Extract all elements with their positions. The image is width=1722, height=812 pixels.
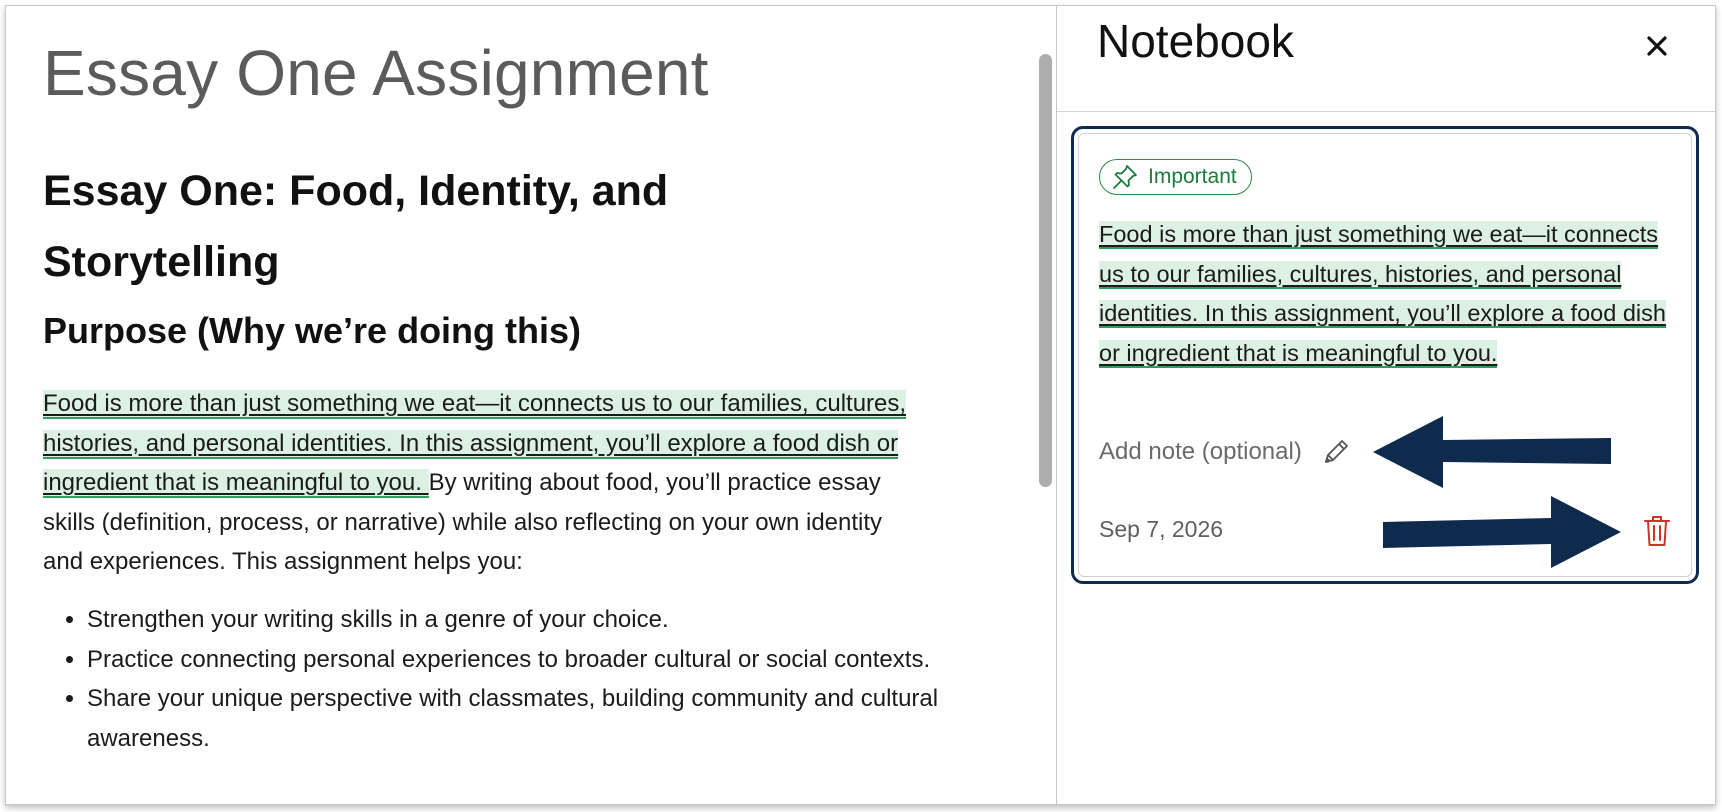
add-note-row[interactable]: Add note (optional) — [1099, 436, 1352, 468]
add-note-placeholder[interactable]: Add note (optional) — [1099, 438, 1302, 466]
pin-icon — [1113, 165, 1137, 189]
app-window: Essay One Assignment Essay One: Food, Id… — [5, 5, 1716, 805]
notebook-header: Notebook — [1057, 6, 1715, 112]
close-icon — [1647, 36, 1667, 56]
assignment-content-pane: Essay One Assignment Essay One: Food, Id… — [6, 6, 1056, 804]
essay-heading: Essay One: Food, Identity, and Storytell… — [43, 167, 669, 286]
helps-list: Strengthen your writing skills in a genr… — [43, 600, 967, 758]
intro-paragraph: Food is more than just something we eat—… — [43, 384, 923, 582]
delete-button[interactable] — [1639, 512, 1675, 550]
pencil-icon[interactable] — [1320, 436, 1352, 468]
note-quote-text[interactable]: Food is more than just something we eat—… — [1099, 221, 1666, 368]
trash-icon — [1644, 516, 1670, 546]
close-button[interactable] — [1637, 26, 1677, 66]
right-pointing-arrow — [1383, 496, 1621, 568]
list-item: Share your unique perspective with class… — [87, 679, 967, 758]
left-pointing-arrow — [1373, 416, 1611, 488]
note-date: Sep 7, 2026 — [1099, 516, 1224, 542]
important-badge-label: Important — [1148, 165, 1237, 188]
notebook-title: Notebook — [1097, 15, 1294, 67]
notebook-panel: Notebook Important Food is more than jus… — [1056, 6, 1715, 804]
scrollbar-thumb[interactable] — [1039, 54, 1052, 487]
list-item: Practice connecting personal experiences… — [87, 640, 967, 680]
important-badge[interactable]: Important — [1099, 159, 1252, 195]
purpose-heading: Purpose (Why we’re doing this) — [43, 310, 582, 351]
list-item: Strengthen your writing skills in a genr… — [87, 600, 967, 640]
assignment-title: Essay One Assignment — [43, 37, 709, 109]
note-quote: Food is more than just something we eat—… — [1099, 215, 1669, 373]
